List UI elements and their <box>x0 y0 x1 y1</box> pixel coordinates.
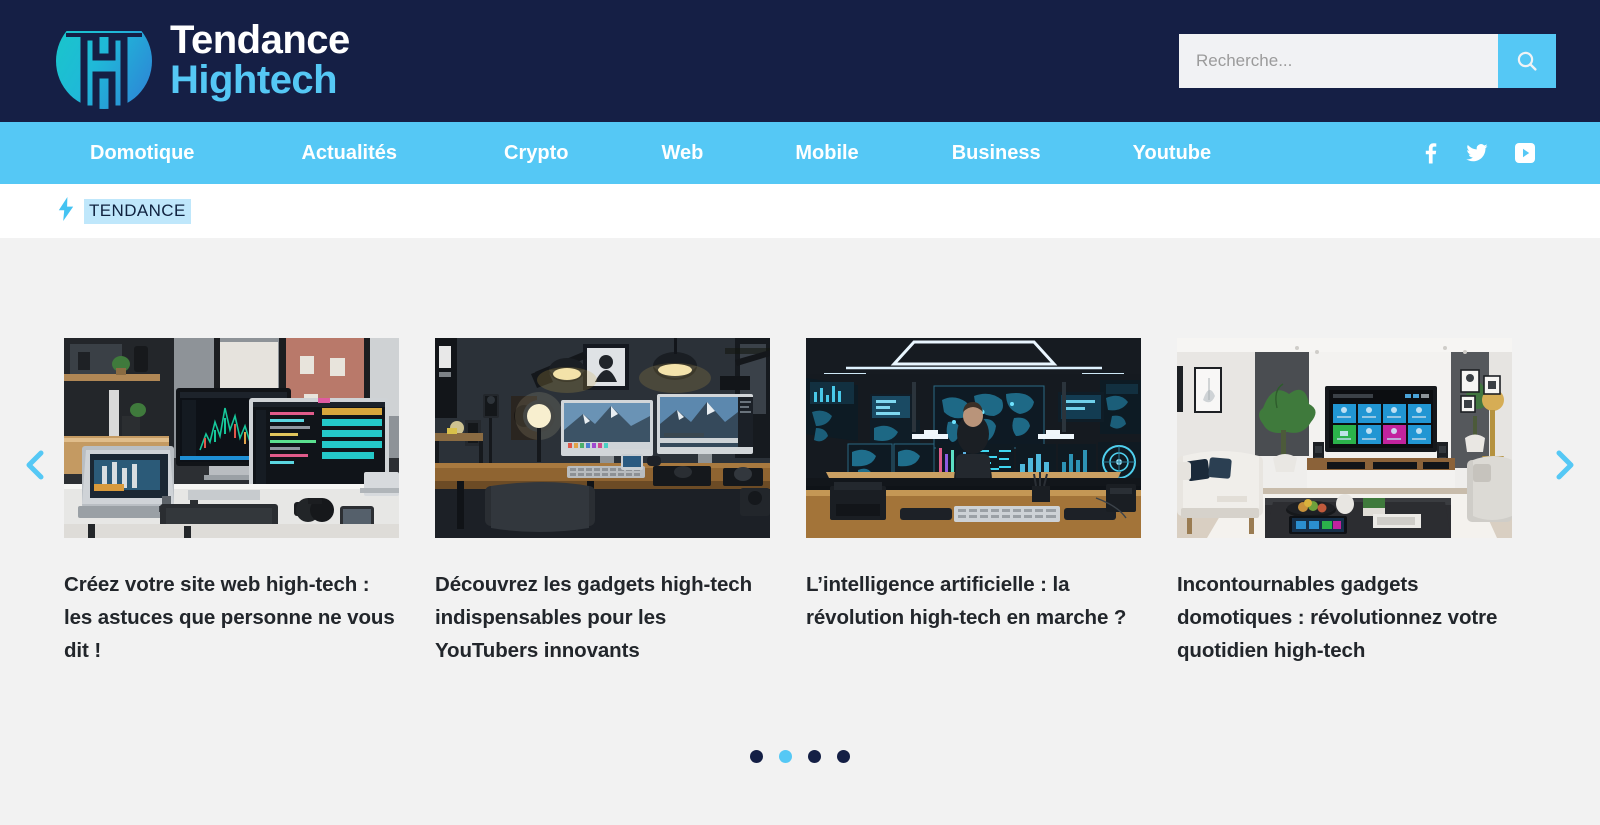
twitter-icon[interactable] <box>1466 143 1488 163</box>
carousel-dot-3[interactable] <box>808 750 821 763</box>
search-icon <box>1517 51 1537 71</box>
chevron-right-icon <box>1556 450 1574 480</box>
carousel-dot-4[interactable] <box>837 750 850 763</box>
logo-mark-icon <box>56 13 152 109</box>
carousel-next-button[interactable] <box>1548 448 1582 482</box>
card-title[interactable]: Créez votre site web high-tech : les ast… <box>64 568 399 668</box>
card-image-bright-office-desk[interactable] <box>64 338 399 538</box>
site-header: Tendance Hightech <box>0 0 1600 122</box>
main-navigation: Domotique Actualités Crypto Web Mobile B… <box>0 122 1600 184</box>
lightning-bolt-icon <box>58 196 74 226</box>
nav-item-crypto[interactable]: Crypto <box>484 142 588 165</box>
search-button[interactable] <box>1498 34 1556 88</box>
logo-h-monogram-icon <box>56 13 152 109</box>
card-image-smart-living-room[interactable] <box>1177 338 1512 538</box>
carousel-pagination <box>0 750 1600 763</box>
brand-line-2: Hightech <box>170 58 338 102</box>
nav-item-business[interactable]: Business <box>932 142 1061 165</box>
carousel-card[interactable]: L’intelligence artificielle : la révolut… <box>806 338 1141 668</box>
brand-wordmark: Tendance Hightech <box>170 21 350 100</box>
site-logo[interactable]: Tendance Hightech <box>56 13 350 109</box>
article-carousel: Créez votre site web high-tech : les ast… <box>64 338 1536 668</box>
nav-item-domotique[interactable]: Domotique <box>70 142 214 165</box>
search-input[interactable] <box>1179 34 1498 88</box>
card-title[interactable]: Incontournables gadgets domotiques : rév… <box>1177 568 1512 668</box>
youtube-icon[interactable] <box>1514 142 1536 164</box>
facebook-icon[interactable] <box>1420 142 1440 164</box>
nav-item-actualites[interactable]: Actualités <box>281 142 417 165</box>
carousel-card[interactable]: Découvrez les gadgets high-tech indispen… <box>435 338 770 668</box>
carousel-stage: Créez votre site web high-tech : les ast… <box>0 238 1600 825</box>
chevron-left-icon <box>26 450 44 480</box>
nav-item-web[interactable]: Web <box>641 142 723 165</box>
trending-bar: TENDANCE <box>0 184 1600 238</box>
nav-links: Domotique Actualités Crypto Web Mobile B… <box>0 142 1420 165</box>
carousel-card[interactable]: Incontournables gadgets domotiques : rév… <box>1177 338 1512 668</box>
card-image-control-room[interactable] <box>806 338 1141 538</box>
carousel-card[interactable]: Créez votre site web high-tech : les ast… <box>64 338 399 668</box>
card-image-dark-creator-desk[interactable] <box>435 338 770 538</box>
carousel-dot-1[interactable] <box>750 750 763 763</box>
brand-line-1: Tendance <box>170 18 350 63</box>
card-title[interactable]: L’intelligence artificielle : la révolut… <box>806 568 1141 634</box>
search-box <box>1179 34 1556 88</box>
social-links <box>1420 142 1536 164</box>
card-title[interactable]: Découvrez les gadgets high-tech indispen… <box>435 568 770 668</box>
nav-item-mobile[interactable]: Mobile <box>775 142 878 165</box>
carousel-prev-button[interactable] <box>18 448 52 482</box>
carousel-dot-2[interactable] <box>779 750 792 763</box>
trending-label[interactable]: TENDANCE <box>84 198 191 224</box>
nav-item-youtube[interactable]: Youtube <box>1113 142 1232 165</box>
